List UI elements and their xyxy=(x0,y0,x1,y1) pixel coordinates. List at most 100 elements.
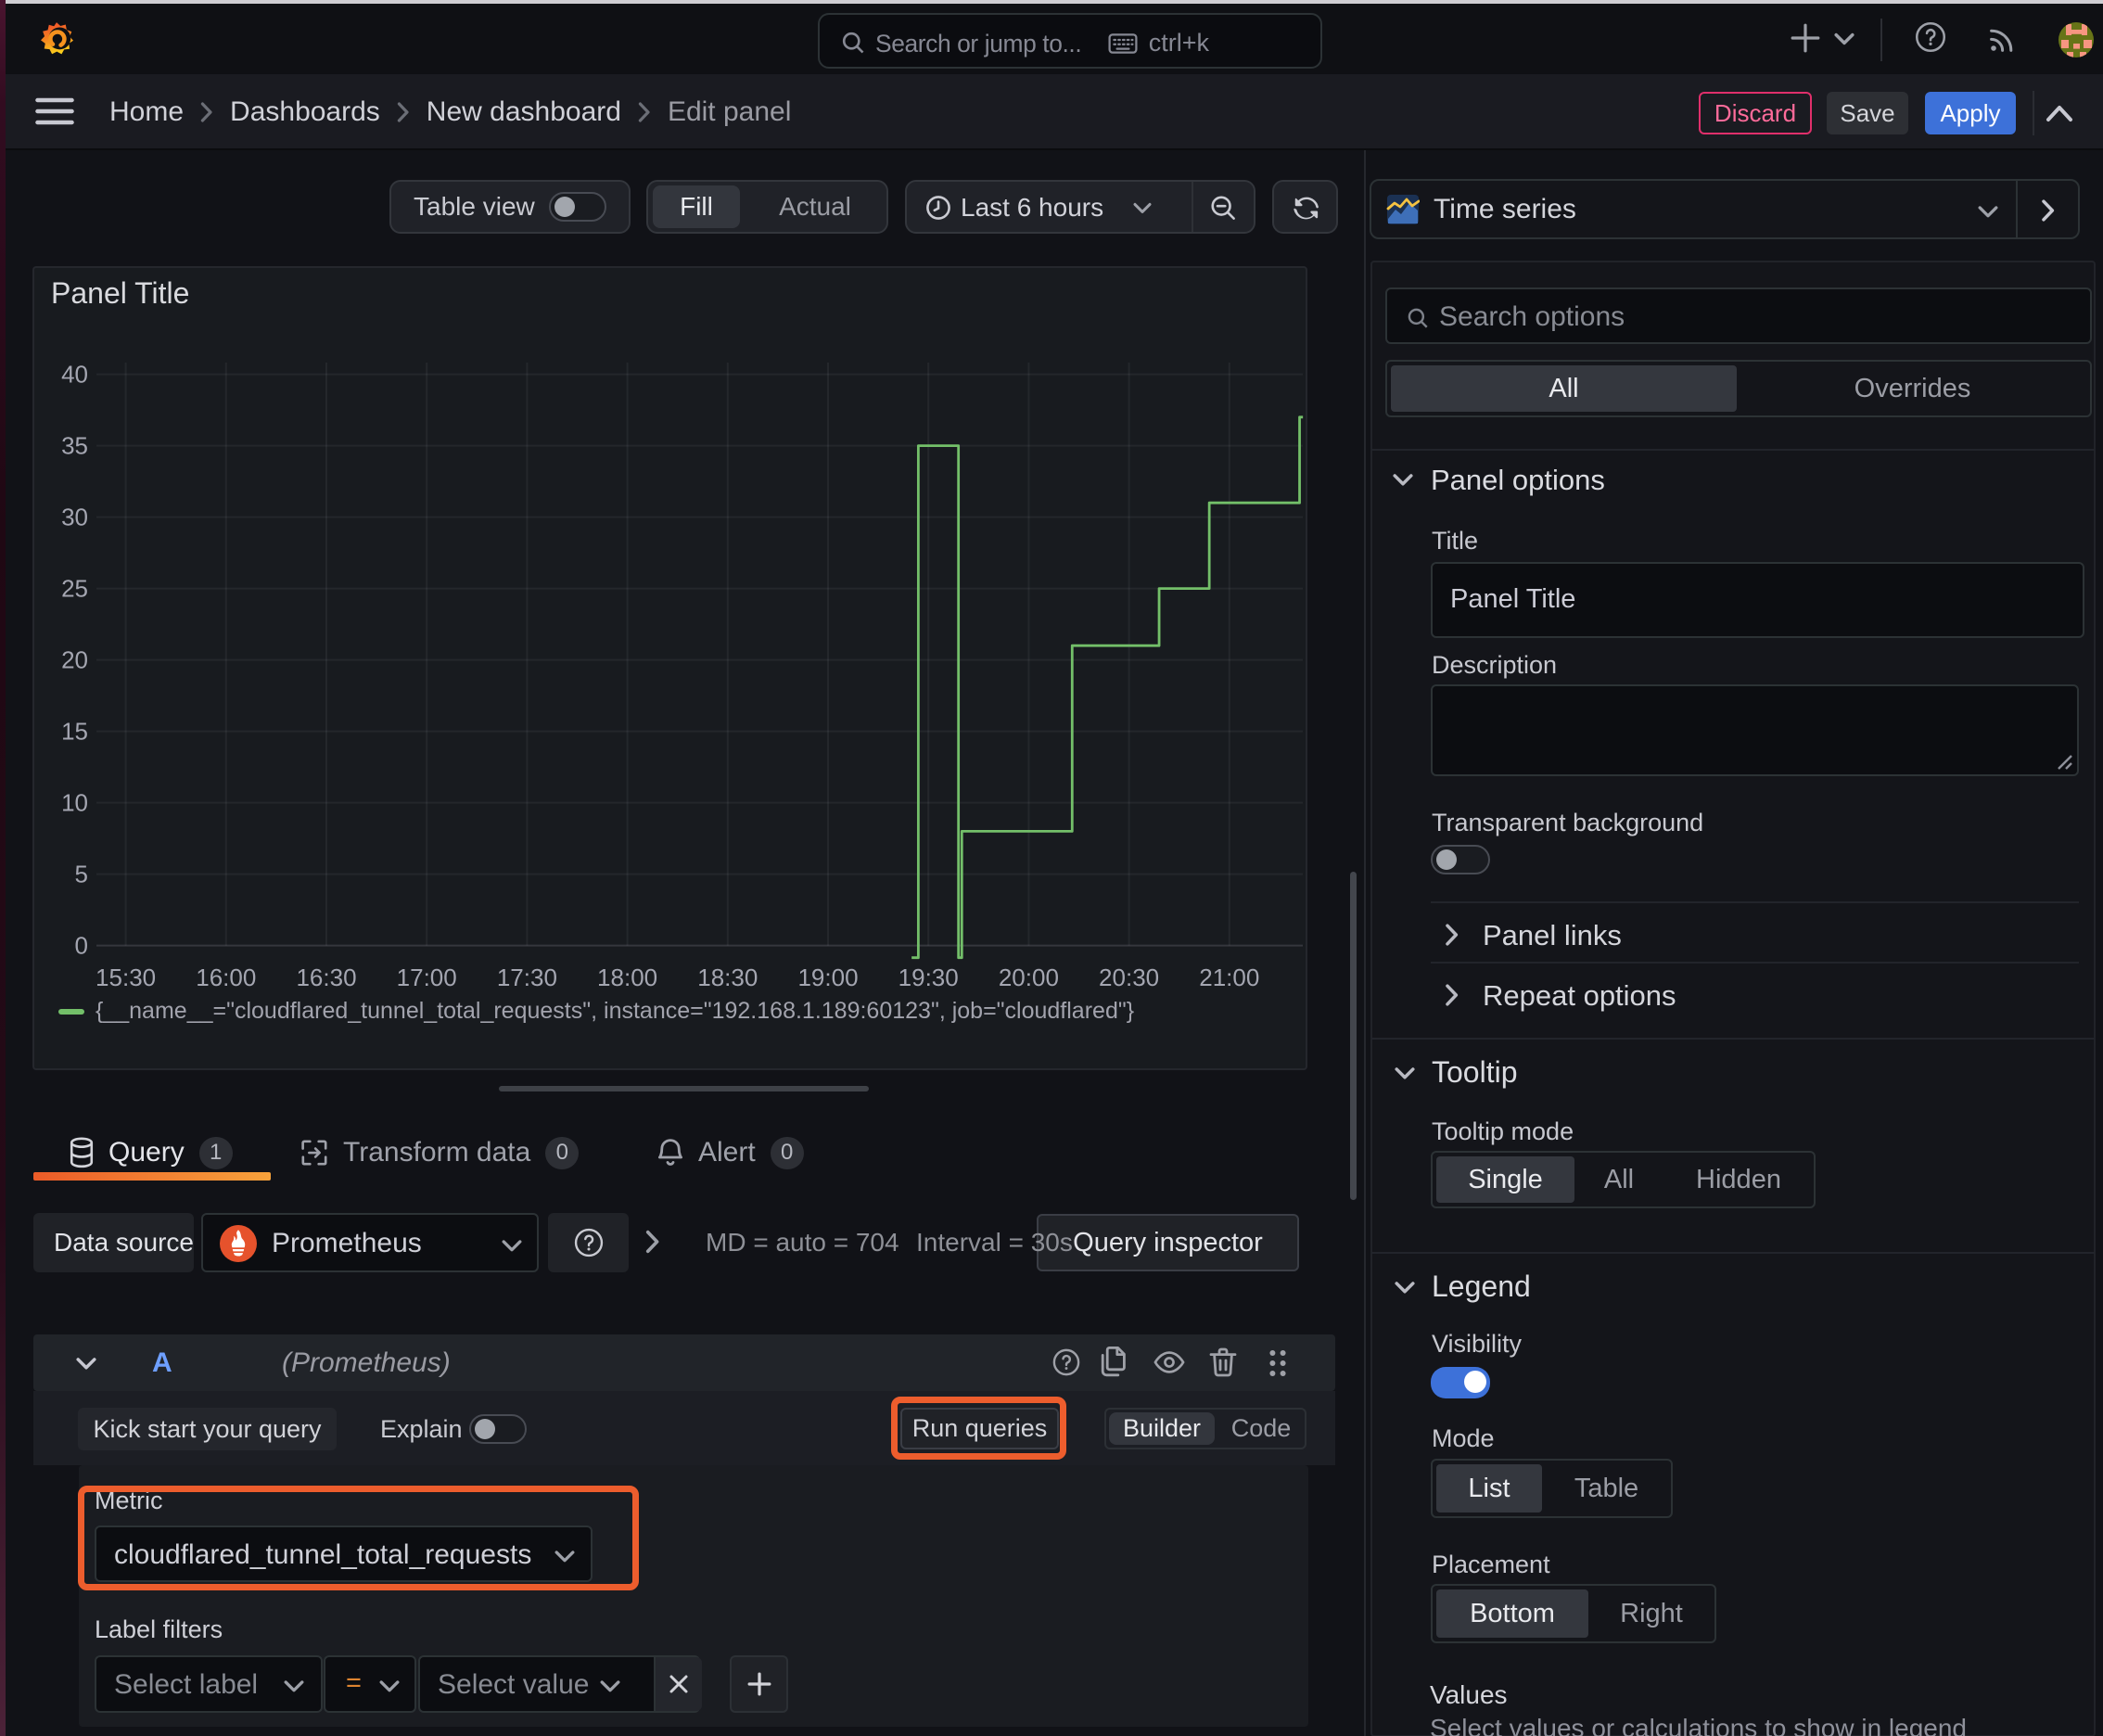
search-options-placeholder: Search options xyxy=(1439,301,1625,332)
tooltip-mode-hidden[interactable]: Hidden xyxy=(1663,1156,1814,1203)
panel-options-chevron-down-icon[interactable] xyxy=(1393,473,1413,488)
collapse-header-chevron-up-icon[interactable] xyxy=(2046,104,2073,122)
x-tick-label: 21:00 xyxy=(1199,964,1260,991)
legend-mode-group: List Table xyxy=(1431,1459,1673,1518)
select-label-chevron-down-icon xyxy=(284,1680,304,1692)
code-option[interactable]: Code xyxy=(1221,1412,1301,1445)
breadcrumb-separator-icon xyxy=(638,102,651,122)
add-filter-button[interactable] xyxy=(730,1655,788,1713)
data-source-chevron-down-icon xyxy=(502,1240,522,1252)
panel-links-header[interactable]: Panel links xyxy=(1483,919,1622,952)
legend-mode-table[interactable]: Table xyxy=(1542,1464,1671,1513)
select-label-dropdown[interactable]: Select label xyxy=(95,1655,323,1713)
section-divider xyxy=(1371,1038,2095,1040)
data-source-help-button[interactable] xyxy=(548,1213,629,1272)
visualization-name: Time series xyxy=(1434,194,1576,224)
query-row-collapse-chevron-down-icon[interactable] xyxy=(76,1357,96,1372)
y-tick-label: 5 xyxy=(74,860,88,888)
search-options-input[interactable]: Search options xyxy=(1385,287,2092,344)
breadcrumb-dashboards[interactable]: Dashboards xyxy=(230,96,380,128)
legend-visibility-switch[interactable] xyxy=(1431,1367,1490,1398)
builder-option[interactable]: Builder xyxy=(1109,1412,1215,1445)
breadcrumb-home[interactable]: Home xyxy=(109,96,184,128)
legend-values-label: Values xyxy=(1430,1680,1508,1709)
sub-divider xyxy=(1431,901,2079,903)
legend-series-swatch[interactable] xyxy=(58,1008,84,1015)
repeat-options-header[interactable]: Repeat options xyxy=(1483,979,1676,1013)
x-tick-label: 15:30 xyxy=(96,964,157,991)
tooltip-chevron-down-icon[interactable] xyxy=(1395,1066,1415,1081)
breadcrumb-separator-icon xyxy=(397,102,410,122)
query-inspector-button[interactable]: Query inspector xyxy=(1037,1214,1299,1271)
operator-dropdown[interactable]: = xyxy=(324,1655,416,1713)
query-help-icon[interactable] xyxy=(1052,1347,1081,1377)
query-ref-id[interactable]: A xyxy=(152,1347,172,1379)
label-filters-label: Label filters xyxy=(95,1615,223,1643)
placement-bottom[interactable]: Bottom xyxy=(1436,1589,1588,1638)
tab-overrides[interactable]: Overrides xyxy=(1740,365,2085,412)
x-tick-label: 16:30 xyxy=(296,964,357,991)
legend-mode-list[interactable]: List xyxy=(1436,1464,1542,1513)
tooltip-mode-all[interactable]: All xyxy=(1574,1156,1663,1203)
legend-values-help: Select values or calculations to show in… xyxy=(1430,1714,1968,1736)
legend-series-name[interactable]: {__name__="cloudflared_tunnel_total_requ… xyxy=(96,998,1134,1025)
placement-right[interactable]: Right xyxy=(1588,1589,1714,1638)
panel-options-header[interactable]: Panel options xyxy=(1431,464,1605,497)
tab-all[interactable]: All xyxy=(1391,365,1737,412)
builder-code-segmented: Builder Code xyxy=(1104,1408,1306,1449)
transparent-bg-switch[interactable] xyxy=(1431,845,1490,874)
viz-select-divider xyxy=(2016,181,2018,237)
save-button[interactable]: Save xyxy=(1827,92,1908,134)
description-textarea[interactable] xyxy=(1431,684,2079,776)
query-datasource-name: (Prometheus) xyxy=(282,1347,451,1378)
options-pane-border xyxy=(1364,150,1366,1736)
legend-chevron-down-icon[interactable] xyxy=(1395,1281,1415,1296)
explain-label: Explain xyxy=(380,1415,463,1443)
x-tick-label: 16:00 xyxy=(196,964,257,991)
left-pane-scrollbar[interactable] xyxy=(1350,872,1357,1200)
prometheus-icon xyxy=(220,1225,257,1262)
database-icon xyxy=(70,1137,94,1168)
kick-start-query-button[interactable]: Kick start your query xyxy=(78,1408,337,1450)
close-x-icon xyxy=(669,1675,688,1693)
data-source-select[interactable]: Prometheus xyxy=(201,1213,539,1272)
discard-button[interactable]: Discard xyxy=(1699,92,1812,134)
panel-title-input[interactable]: Panel Title xyxy=(1431,562,2084,638)
panel-title-value: Panel Title xyxy=(1450,584,1576,614)
y-tick-label: 30 xyxy=(61,503,88,531)
panel-links-chevron-right-icon[interactable] xyxy=(1445,924,1459,946)
hide-query-eye-icon[interactable] xyxy=(1153,1349,1185,1375)
breadcrumb: Home Dashboards New dashboard Edit panel xyxy=(109,74,791,150)
breadcrumb-new-dashboard[interactable]: New dashboard xyxy=(427,96,621,128)
x-tick-label: 17:00 xyxy=(396,964,457,991)
menu-hamburger-icon[interactable] xyxy=(35,96,74,126)
window-left-edge xyxy=(0,0,6,1736)
tab-alert[interactable]: Alert 0 xyxy=(657,1124,804,1181)
duplicate-query-copy-icon[interactable] xyxy=(1098,1346,1128,1377)
drag-handle-dots-icon[interactable] xyxy=(1268,1349,1287,1377)
tab-transform-data[interactable]: Transform data 0 xyxy=(300,1124,580,1181)
section-divider xyxy=(1371,1252,2095,1254)
remove-query-trash-icon[interactable] xyxy=(1209,1347,1237,1377)
apply-button[interactable]: Apply xyxy=(1925,92,2016,134)
tooltip-mode-single[interactable]: Single xyxy=(1436,1156,1574,1203)
select-value-dropdown[interactable]: Select value xyxy=(418,1655,702,1713)
query-options-md: MD = auto = 704 xyxy=(706,1228,899,1257)
resize-drag-handle[interactable] xyxy=(499,1086,869,1091)
query-options-chevron-right-icon[interactable] xyxy=(645,1230,660,1254)
tooltip-section-header[interactable]: Tooltip xyxy=(1432,1055,1518,1090)
data-source-value: Prometheus xyxy=(272,1228,422,1258)
remove-filter-button[interactable] xyxy=(654,1657,702,1711)
query-row-header[interactable]: A (Prometheus) xyxy=(33,1334,1335,1391)
visualization-select[interactable]: Time series xyxy=(1370,179,2080,239)
legend-section-header[interactable]: Legend xyxy=(1432,1270,1531,1304)
all-overrides-tabs: All Overrides xyxy=(1385,360,2092,417)
plus-icon xyxy=(747,1672,771,1696)
repeat-options-chevron-right-icon[interactable] xyxy=(1445,984,1459,1006)
x-tick-label: 20:00 xyxy=(998,964,1059,991)
viz-expand-chevron-right-icon[interactable] xyxy=(2041,199,2056,222)
y-tick-label: 0 xyxy=(74,931,88,960)
explain-switch[interactable] xyxy=(469,1414,527,1444)
tab-alert-label: Alert xyxy=(698,1137,756,1168)
x-tick-label: 17:30 xyxy=(496,964,557,991)
